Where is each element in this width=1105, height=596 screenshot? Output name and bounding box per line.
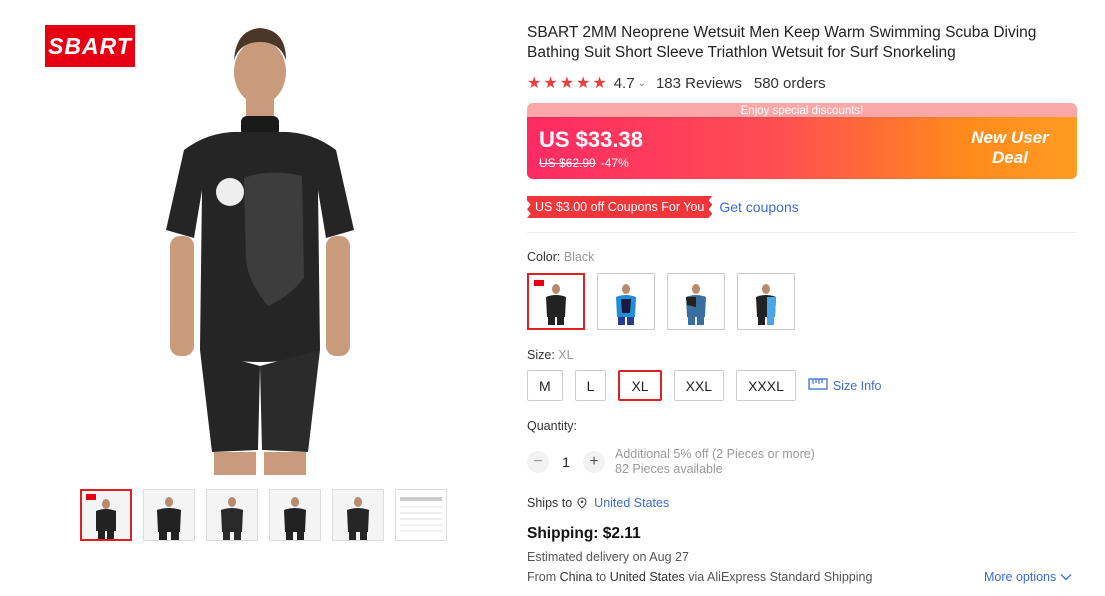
thumbnail-strip — [80, 489, 447, 541]
quantity-stepper: − 1 + Additional 5% off (2 Pieces or mor… — [527, 447, 815, 477]
ships-to-label: Ships to — [527, 496, 573, 510]
more-options-label: More options — [984, 570, 1057, 584]
quantity-plus-button[interactable]: + — [583, 451, 605, 473]
discount-percent: -47% — [600, 156, 629, 170]
new-user-deal-badge[interactable]: New User Deal — [955, 128, 1065, 168]
route-to-label: to — [595, 570, 607, 584]
original-price: US $62.99 — [539, 156, 596, 170]
ships-to-destination[interactable]: United States — [594, 496, 669, 510]
chevron-down-icon[interactable]: ⌄ — [638, 78, 646, 89]
color-label-text: Color: — [527, 250, 561, 264]
main-product-image[interactable] — [140, 20, 380, 475]
color-swatch-black[interactable] — [527, 273, 585, 330]
size-info-link[interactable]: Size Info — [808, 378, 882, 393]
color-swatch-blue[interactable] — [597, 273, 655, 330]
size-option-xl[interactable]: XL — [618, 370, 662, 401]
color-selected-value: Black — [563, 250, 595, 264]
size-selected-value: XL — [558, 348, 574, 362]
color-swatch-navy[interactable] — [667, 273, 725, 330]
star-icon: ★ — [592, 75, 607, 92]
reviews-link[interactable]: 183 Reviews — [656, 75, 742, 92]
product-title: SBART 2MM Neoprene Wetsuit Men Keep Warm… — [527, 24, 1037, 61]
bulk-discount-note: Additional 5% off (2 Pieces or more) — [615, 447, 815, 461]
color-label: Color: Black — [527, 250, 594, 264]
coupon-tag[interactable]: US $3.00 off Coupons For You — [527, 196, 713, 218]
coupon-row: US $3.00 off Coupons For You Get coupons — [527, 196, 799, 218]
thumbnail-6-size-chart[interactable] — [395, 489, 447, 541]
ships-to-row: Ships to United States — [527, 496, 669, 510]
chevron-down-icon — [1060, 570, 1072, 584]
quantity-minus-button[interactable]: − — [527, 451, 549, 473]
rating-score[interactable]: 4.7 — [614, 75, 635, 92]
rating-row: ★ ★ ★ ★ ★ 4.7 ⌄ 183 Reviews 580 orders — [527, 73, 826, 93]
route-from-label: From — [527, 570, 557, 584]
location-pin-icon — [576, 497, 588, 509]
ruler-icon — [808, 378, 828, 393]
quantity-note: Additional 5% off (2 Pieces or more) 82 … — [615, 447, 815, 477]
star-icon: ★ — [543, 75, 558, 92]
size-option-xxl[interactable]: XXL — [673, 370, 725, 401]
orders-count: 580 orders — [753, 74, 826, 92]
price-box: US $33.38 US $62.99 -47% New User Deal — [527, 117, 1077, 179]
thumbnail-3[interactable] — [206, 489, 258, 541]
quantity-label: Quantity: — [527, 419, 578, 433]
divider — [527, 232, 1077, 233]
shipping-price: Shipping: $2.11 — [527, 525, 641, 542]
thumbnail-2[interactable] — [143, 489, 195, 541]
color-swatches — [527, 273, 795, 330]
size-option-l[interactable]: L — [574, 370, 607, 401]
star-icon: ★ — [576, 75, 591, 92]
brand-logo: SBART — [45, 25, 135, 67]
thumbnail-5[interactable] — [332, 489, 384, 541]
size-option-xxxl[interactable]: XXXL — [736, 370, 796, 401]
star-icon: ★ — [559, 75, 575, 92]
shipping-route: From China to United States via AliExpre… — [527, 570, 872, 584]
color-swatch-sky[interactable] — [737, 273, 795, 330]
route-origin: China — [559, 570, 593, 584]
size-option-m[interactable]: M — [527, 370, 563, 401]
estimated-delivery: Estimated delivery on Aug 27 — [527, 550, 689, 564]
star-icon: ★ — [527, 75, 542, 92]
size-label: Size: XL — [527, 348, 574, 362]
thumbnail-1[interactable] — [80, 489, 132, 541]
quantity-value[interactable]: 1 — [549, 454, 583, 470]
size-label-text: Size: — [527, 348, 555, 362]
rating-stars: ★ ★ ★ ★ ★ — [527, 73, 607, 93]
size-options: M L XL XXL XXXL Size Info — [527, 370, 882, 401]
badge-line-1: New User — [971, 128, 1049, 147]
original-price-row: US $62.99 -47% — [539, 156, 629, 170]
badge-line-2: Deal — [992, 148, 1028, 167]
thumbnail-4[interactable] — [269, 489, 321, 541]
route-destination: United States — [609, 570, 685, 584]
route-via-label: via — [688, 570, 705, 584]
size-info-label: Size Info — [832, 378, 882, 393]
more-options-link[interactable]: More options — [984, 570, 1072, 584]
shipping-carrier: AliExpress Standard Shipping — [707, 570, 873, 584]
current-price: US $33.38 — [539, 127, 643, 152]
stock-available: 82 Pieces available — [615, 462, 723, 476]
get-coupons-link[interactable]: Get coupons — [719, 199, 798, 215]
